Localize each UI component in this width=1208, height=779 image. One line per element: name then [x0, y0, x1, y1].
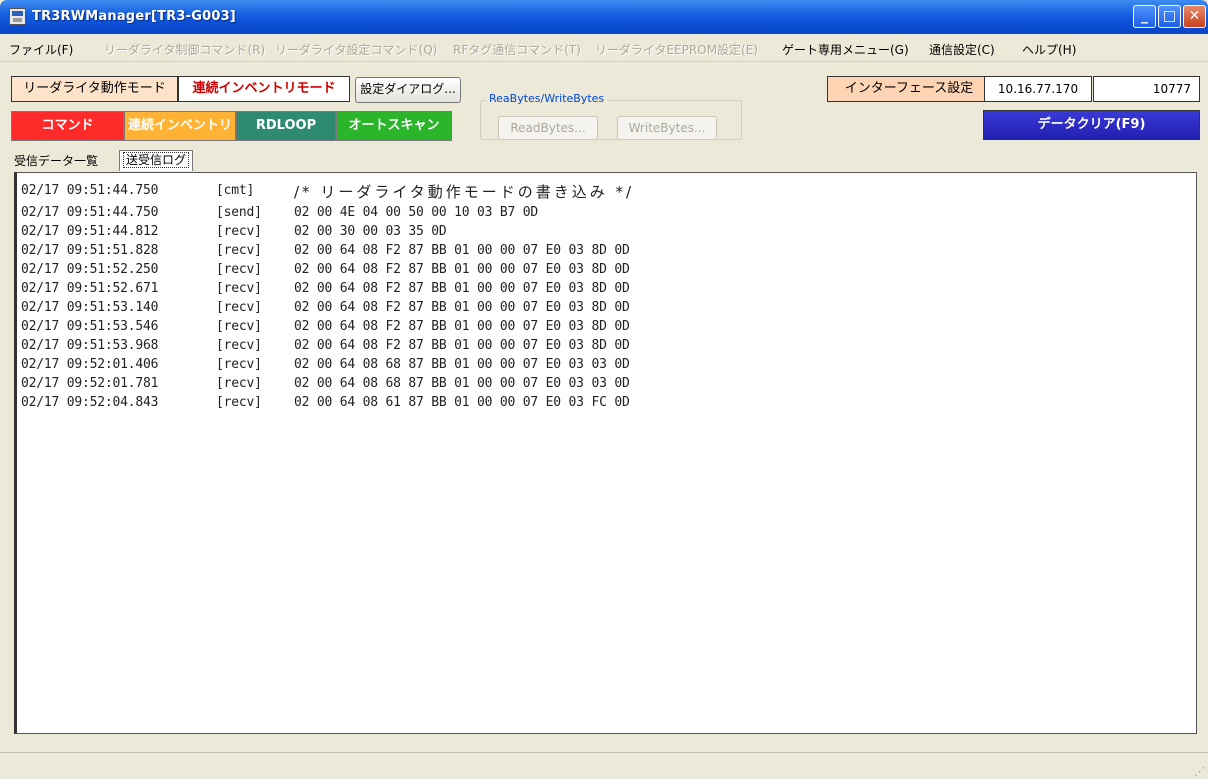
ip-address-field[interactable]: 10.16.77.170: [984, 76, 1092, 102]
status-bar: [0, 752, 1208, 779]
continuous-inventory-button[interactable]: 連続インベントリ: [124, 111, 236, 141]
log-body: 02 00 64 08 F2 87 BB 01 00 00 07 E0 03 8…: [294, 300, 630, 315]
maximize-icon: □: [1162, 8, 1177, 24]
app-icon[interactable]: [9, 8, 26, 25]
log-kind: [send]: [216, 205, 262, 220]
mode-label: リーダライタ動作モード: [11, 76, 178, 102]
data-clear-button[interactable]: データクリア(F9): [983, 110, 1200, 140]
log-timestamp: 02/17 09:52:04.843: [21, 395, 159, 410]
maximize-button[interactable]: □: [1158, 5, 1181, 28]
rdloop-button[interactable]: RDLOOP: [236, 111, 336, 141]
log-body: 02 00 4E 04 00 50 00 10 03 B7 0D: [294, 205, 539, 220]
log-kind: [recv]: [216, 357, 262, 372]
log-textarea[interactable]: 02/17 09:51:44.750 [cmt] /* リーダライタ動作モードの書き…: [14, 172, 1197, 734]
log-kind: [recv]: [216, 224, 262, 239]
menu-eeprom[interactable]: リーダライタEEPROM設定(E): [595, 41, 758, 58]
log-body: 02 00 64 08 F2 87 BB 01 00 00 07 E0 03 8…: [294, 262, 630, 277]
log-body: 02 00 64 08 F2 87 BB 01 00 00 07 E0 03 8…: [294, 281, 630, 296]
log-timestamp: 02/17 09:51:44.750: [21, 183, 159, 198]
tab-log[interactable]: 送受信ログ: [119, 150, 194, 171]
log-kind: [recv]: [216, 338, 262, 353]
log-body: 02 00 64 08 68 87 BB 01 00 00 07 E0 03 0…: [294, 357, 630, 372]
autoscan-button[interactable]: オートスキャン: [336, 111, 452, 141]
log-timestamp: 02/17 09:51:52.250: [21, 262, 159, 277]
interface-settings-label[interactable]: インターフェース設定: [827, 76, 991, 102]
log-body: /* リーダライタ動作モードの書き込み */: [294, 183, 635, 201]
log-kind: [recv]: [216, 300, 262, 315]
log-kind: [recv]: [216, 395, 262, 410]
minimize-button[interactable]: _: [1133, 5, 1156, 28]
log-timestamp: 02/17 09:51:51.828: [21, 243, 159, 258]
menu-rw-control[interactable]: リーダライタ制御コマンド(R): [104, 41, 265, 58]
log-kind: [recv]: [216, 262, 262, 277]
menu-rf-tag[interactable]: RFタグ通信コマンド(T): [453, 41, 581, 58]
log-body: 02 00 64 08 F2 87 BB 01 00 00 07 E0 03 8…: [294, 338, 630, 353]
close-icon: ✕: [1188, 8, 1201, 24]
read-bytes-button[interactable]: ReadBytes...: [498, 116, 598, 140]
menu-bar: ファイル(F) リーダライタ制御コマンド(R) リーダライタ設定コマンド(Q) …: [0, 34, 1208, 62]
resize-grip-icon[interactable]: [1193, 764, 1205, 778]
tab-received-data[interactable]: 受信データ一覧: [11, 152, 101, 170]
log-body: 02 00 64 08 61 87 BB 01 00 00 07 E0 03 F…: [294, 395, 630, 410]
log-body: 02 00 64 08 F2 87 BB 01 00 00 07 E0 03 8…: [294, 243, 630, 258]
menu-comm-settings[interactable]: 通信設定(C): [929, 41, 995, 58]
log-kind: [recv]: [216, 243, 262, 258]
log-body: 02 00 64 08 F2 87 BB 01 00 00 07 E0 03 8…: [294, 319, 630, 334]
log-timestamp: 02/17 09:52:01.781: [21, 376, 159, 391]
log-timestamp: 02/17 09:51:53.140: [21, 300, 159, 315]
tab-log-label: 送受信ログ: [123, 152, 190, 168]
readwrite-group-title: ReaBytes/WriteBytes: [486, 92, 608, 105]
log-kind: [cmt]: [216, 183, 255, 198]
settings-dialog-button[interactable]: 設定ダイアログ...: [355, 77, 461, 103]
minimize-icon: _: [1141, 8, 1148, 24]
close-button[interactable]: ✕: [1183, 5, 1206, 28]
window-title: TR3RWManager[TR3-G003]: [32, 9, 236, 24]
log-timestamp: 02/17 09:51:44.750: [21, 205, 159, 220]
log-timestamp: 02/17 09:52:01.406: [21, 357, 159, 372]
menu-rw-settings[interactable]: リーダライタ設定コマンド(Q): [275, 41, 437, 58]
log-body: 02 00 64 08 68 87 BB 01 00 00 07 E0 03 0…: [294, 376, 630, 391]
port-field[interactable]: 10777: [1093, 76, 1200, 102]
menu-file[interactable]: ファイル(F): [9, 41, 73, 58]
log-timestamp: 02/17 09:51:53.968: [21, 338, 159, 353]
menu-gate[interactable]: ゲート専用メニュー(G): [782, 41, 909, 58]
log-timestamp: 02/17 09:51:52.671: [21, 281, 159, 296]
log-kind: [recv]: [216, 319, 262, 334]
log-timestamp: 02/17 09:51:53.546: [21, 319, 159, 334]
log-kind: [recv]: [216, 281, 262, 296]
menu-help[interactable]: ヘルプ(H): [1022, 41, 1076, 58]
command-button[interactable]: コマンド: [11, 111, 124, 141]
log-timestamp: 02/17 09:51:44.812: [21, 224, 159, 239]
title-bar[interactable]: TR3RWManager[TR3-G003] _ □ ✕: [0, 0, 1208, 34]
write-bytes-button[interactable]: WriteBytes...: [617, 116, 717, 140]
mode-value: 連続インベントリモード: [178, 76, 350, 102]
log-body: 02 00 30 00 03 35 0D: [294, 224, 447, 239]
log-kind: [recv]: [216, 376, 262, 391]
